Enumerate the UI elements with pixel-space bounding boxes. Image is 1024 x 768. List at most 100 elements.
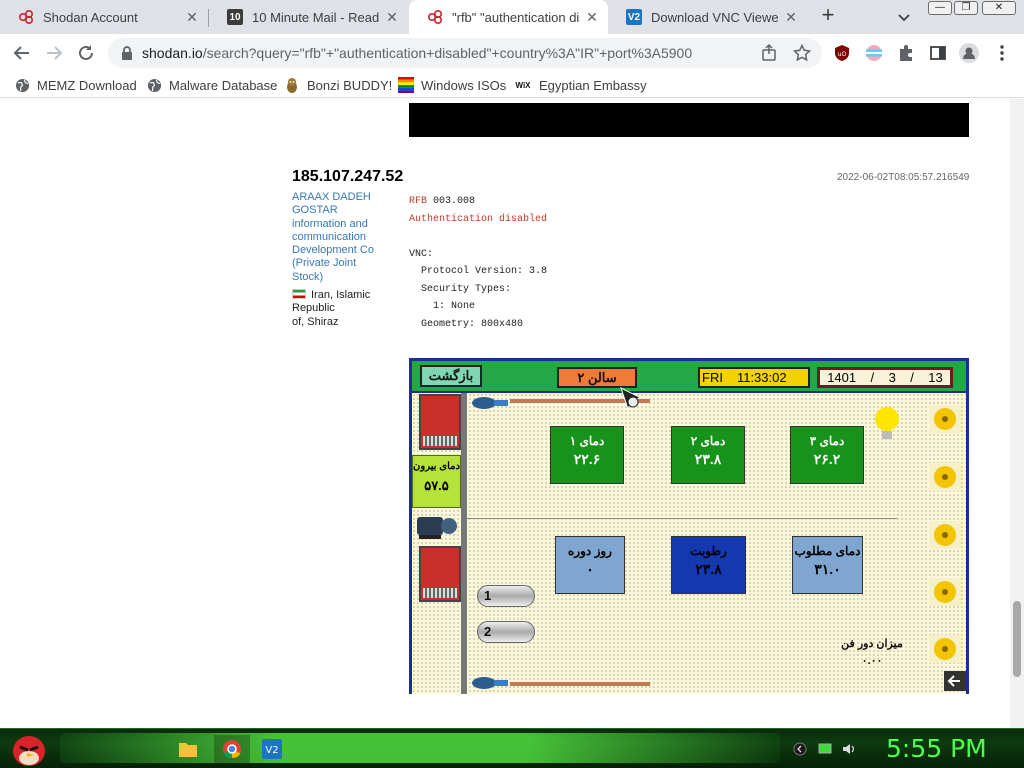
mouse-cursor-icon	[620, 387, 643, 411]
browser-toolbar: shodan.io/search?query="rfb"+"authentica…	[0, 34, 1024, 72]
tab-search-button[interactable]	[895, 8, 913, 26]
close-icon[interactable]: ✕	[384, 9, 400, 26]
hmi-date-day: 13	[928, 370, 943, 385]
close-icon[interactable]: ✕	[783, 9, 799, 26]
result-location: Iran, Islamic Republic of, Shiraz	[292, 289, 382, 329]
bookmark-egyptian-embassy[interactable]: WiX Egyptian Embassy	[514, 75, 646, 95]
box-label: روز دوره	[568, 544, 612, 558]
fan-speed-value: ۰.۰۰	[861, 655, 883, 667]
banner-line: VNC:	[409, 248, 434, 260]
page-content: 185.107.247.52 2022-06-02T08:05:57.21654…	[0, 99, 1024, 728]
shodan-icon	[18, 9, 34, 25]
vnc-viewer-taskbar-button[interactable]: V2	[258, 735, 286, 763]
start-button[interactable]	[8, 729, 50, 768]
result-organization-link[interactable]: ARAAX DADEH GOSTAR information and commu…	[292, 191, 382, 284]
hmi-date: 1401 / 3 / 13	[817, 367, 953, 388]
extensions-button[interactable]	[896, 43, 916, 63]
light-bulb-icon	[875, 407, 899, 439]
reload-icon	[79, 45, 93, 60]
side-panel-button[interactable]	[928, 43, 948, 63]
globe-icon	[14, 77, 30, 93]
bookmark-windows-isos[interactable]: Windows ISOs	[398, 75, 506, 95]
bookmark-label: MEMZ Download	[37, 77, 137, 93]
close-icon[interactable]: ✕	[184, 9, 200, 26]
browser-menu-button[interactable]	[992, 43, 1012, 63]
tab-title: Shodan Account	[43, 9, 138, 25]
file-explorer-taskbar-button[interactable]	[174, 735, 202, 763]
banner-line: Geometry: 800x480	[409, 318, 524, 330]
bookmark-bonzi-buddy[interactable]: Bonzi BUDDY!	[284, 75, 392, 95]
restore-button[interactable]: ❐	[954, 1, 978, 15]
arrow-right-icon	[47, 46, 63, 60]
close-icon[interactable]: ✕	[584, 9, 600, 26]
fan-icon	[929, 405, 961, 433]
profile-button[interactable]	[959, 43, 979, 63]
ublock-extension[interactable]: uO	[832, 43, 852, 63]
taskbar: V2 5:55 PM	[0, 728, 1024, 768]
bookmarks-bar: MEMZ Download Malware Database Bonzi BUD…	[0, 72, 1024, 98]
vnc-screenshot[interactable]: بازگشت سالن ۲ FRI 11:33:02 1401 / 3 / 13	[409, 358, 969, 694]
reload-button[interactable]	[74, 41, 98, 65]
trans-flag-icon	[866, 45, 882, 61]
location-line: of, Shiraz	[292, 315, 339, 328]
taskbar-glow	[60, 733, 780, 763]
banner-line: Security Types:	[409, 283, 512, 295]
hmi-main-pipe	[461, 393, 467, 694]
hmi-back-button: بازگشت	[420, 365, 482, 387]
close-window-button[interactable]: ✕	[982, 1, 1016, 15]
fan-speed-label: میزان دور فن	[841, 638, 903, 650]
scrollbar-thumb[interactable]	[1013, 601, 1021, 677]
bookmark-star-button[interactable]	[792, 43, 812, 63]
hmi-hall-label: سالن ۲	[557, 367, 637, 388]
cycle-day-box: روز دوره ۰	[555, 536, 625, 594]
tab-download-vnc-viewer[interactable]: V2 Download VNC Viewer | V ✕	[608, 0, 807, 34]
result-ip-address[interactable]: 185.107.247.52	[292, 168, 403, 186]
outside-temp-label: دمای بیرون	[413, 461, 460, 472]
taskbar-clock[interactable]: 5:55 PM	[886, 734, 987, 763]
arrow-left-icon	[944, 671, 966, 691]
hmi-pipe	[510, 682, 650, 686]
bookmark-label: Windows ISOs	[421, 77, 507, 93]
tab-shodan-account[interactable]: Shodan Account ✕	[0, 0, 208, 34]
bookmark-label: Malware Database	[169, 77, 278, 93]
box-label: دمای ۱	[569, 434, 605, 448]
box-value: ۳۱.۰	[814, 561, 841, 577]
minimize-button[interactable]: —	[928, 1, 952, 15]
temp-1-box: دمای ۱ ۲۲.۶	[550, 426, 624, 484]
hmi-header: بازگشت سالن ۲ FRI 11:33:02 1401 / 3 / 13	[412, 361, 966, 391]
chrome-taskbar-button[interactable]	[214, 735, 250, 763]
share-button[interactable]	[760, 43, 780, 63]
box-label: دمای مطلوب	[794, 544, 861, 558]
tab-title: "rfb" "authentication disa	[452, 9, 580, 25]
new-tab-button[interactable]: +	[817, 4, 839, 27]
back-button[interactable]	[10, 41, 34, 65]
location-line: Republic	[292, 302, 335, 315]
hmi-day: FRI	[702, 370, 723, 385]
bookmark-memz-download[interactable]: MEMZ Download	[14, 75, 137, 95]
tab-strip: Shodan Account ✕ 10 10 Minute Mail - Rea…	[0, 0, 1024, 34]
arrow-left-icon	[13, 46, 29, 60]
hmi-date-month: 3	[888, 370, 896, 385]
temp-2-box: دمای ۲ ۲۳.۸	[671, 426, 745, 484]
tab-shodan-search[interactable]: "rfb" "authentication disa ✕	[409, 0, 608, 34]
lock-icon[interactable]	[120, 45, 134, 61]
ten-minute-mail-icon: 10	[227, 9, 243, 25]
bookmark-malware-database[interactable]: Malware Database	[146, 75, 277, 95]
pride-extension[interactable]	[864, 43, 884, 63]
hmi-date-sep: /	[910, 370, 914, 385]
org-line: GOSTAR	[292, 204, 338, 217]
rfb-label: RFB	[409, 196, 428, 207]
box-value: ۲۲.۶	[573, 451, 601, 467]
tab-10-minute-mail[interactable]: 10 10 Minute Mail - Read Mi ✕	[209, 0, 408, 34]
rfb-version: 003.008	[427, 196, 476, 207]
url-path: /search?query="rfb"+"authentication+disa…	[202, 45, 693, 61]
pump-icon	[472, 397, 508, 409]
address-bar[interactable]: shodan.io/search?query="rfb"+"authentica…	[108, 38, 822, 68]
network-icon[interactable]	[818, 742, 832, 756]
chevron-left-icon[interactable]	[793, 742, 807, 756]
forward-button[interactable]	[42, 41, 66, 65]
speaker-icon[interactable]	[842, 742, 856, 756]
page-scrollbar[interactable]	[1010, 99, 1024, 728]
hmi-time: 11:33:02	[736, 370, 787, 385]
hmi-clock: FRI 11:33:02	[698, 367, 810, 388]
